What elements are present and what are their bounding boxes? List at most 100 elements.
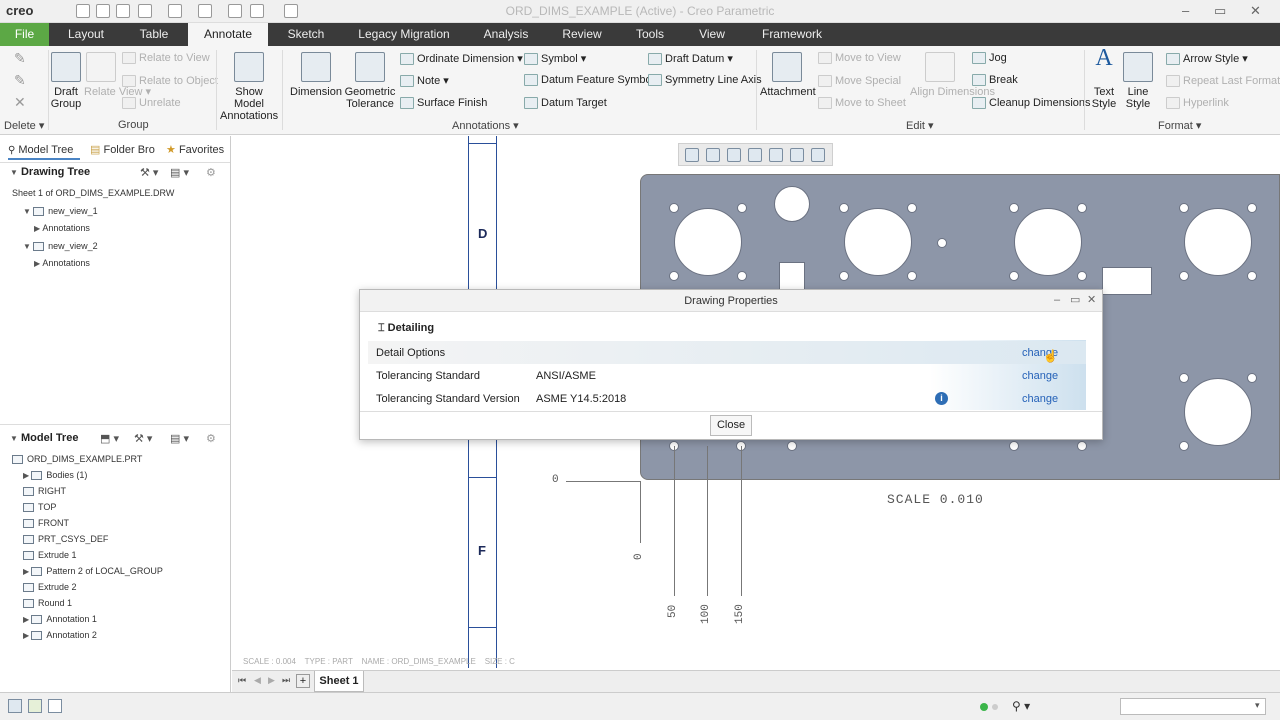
browser-toggle-icon[interactable] (28, 699, 42, 713)
small-hole[interactable] (1179, 441, 1189, 451)
model-tree-display-icon[interactable]: ⬒ ▾ (100, 432, 119, 445)
relate-view-button[interactable]: Relate View ▾ (84, 52, 151, 98)
delete-button[interactable]: Delete ▾ (4, 119, 44, 132)
ordinate-dimension-button[interactable]: Ordinate Dimension ▾ (400, 52, 523, 66)
selection-filter-dropdown[interactable] (1120, 698, 1266, 715)
symbol-button[interactable]: Symbol ▾ (524, 52, 586, 66)
large-hole[interactable] (844, 208, 912, 276)
dim-zero-vertical[interactable]: 0 (633, 553, 645, 560)
tab-review[interactable]: Review (555, 23, 609, 46)
tree-node[interactable]: ▶ Annotations (34, 223, 90, 233)
symmetry-line-axis-button[interactable]: Symmetry Line Axis (648, 74, 762, 87)
relate-to-view-button[interactable]: Relate to View (122, 52, 210, 65)
delete-tool2-icon[interactable]: ✎ (14, 72, 26, 89)
small-hole[interactable] (737, 203, 747, 213)
expand-icon[interactable]: ▶ (23, 615, 31, 624)
delete-x-icon[interactable]: ✕ (14, 94, 26, 111)
small-hole[interactable] (1247, 373, 1257, 383)
expand-icon[interactable]: ▼ (23, 207, 33, 216)
drawing-tree-settings-icon[interactable]: ⚒ ▾ (140, 166, 158, 179)
tree-node[interactable]: ▼ new_view_2 (23, 241, 98, 251)
display-style-icon[interactable] (769, 148, 783, 162)
cleanup-dimensions-button[interactable]: Cleanup Dimensions (972, 97, 1091, 110)
small-hole[interactable] (1009, 203, 1019, 213)
delete-tool-icon[interactable]: ✎ (14, 50, 26, 67)
tree-node[interactable]: TOP (23, 502, 56, 513)
prev-sheet-icon[interactable]: ◀ (254, 675, 261, 686)
small-hole[interactable] (1009, 271, 1019, 281)
dim-100[interactable]: 100 (700, 604, 712, 624)
sheet-tab[interactable]: Sheet 1 (314, 671, 364, 692)
text-style-button[interactable]: A Text Style (1088, 46, 1120, 110)
tree-node[interactable]: PRT_CSYS_DEF (23, 534, 108, 545)
rect-cutout[interactable] (1102, 267, 1152, 295)
arrow-style-button[interactable]: Arrow Style ▾ (1166, 52, 1248, 66)
repeat-last-format-button[interactable]: Repeat Last Format (1166, 75, 1280, 88)
align-dimensions-button[interactable]: Align Dimensions (910, 52, 995, 98)
move-special-button[interactable]: Move Special (818, 75, 901, 88)
close-icon[interactable]: ✕ (1250, 3, 1261, 19)
drawing-tree-show-icon[interactable]: ▤ ▾ (170, 166, 189, 179)
dialog-close-icon[interactable]: ✕ (1087, 293, 1096, 306)
small-hole[interactable] (669, 203, 679, 213)
datum-feature-symbol-button[interactable]: Datum Feature Symbol (524, 74, 654, 87)
small-hole[interactable] (907, 271, 917, 281)
close-button[interactable]: Close (710, 415, 752, 436)
drawing-tree-filter-icon[interactable]: ⚙ (206, 166, 216, 179)
tab-folder-browser[interactable]: ▤ Folder Bro (90, 140, 156, 160)
model-tree-header[interactable]: ▼ Model Tree (10, 432, 78, 444)
annotations-group-label[interactable]: Annotations ▾ (452, 119, 519, 132)
small-hole[interactable] (839, 271, 849, 281)
format-group-label[interactable]: Format ▾ (1158, 119, 1201, 132)
expand-icon[interactable]: ▶ (23, 567, 31, 576)
tab-legacy-migration[interactable]: Legacy Migration (352, 23, 456, 46)
attachment-button[interactable]: Attachment (760, 52, 816, 98)
hyperlink-button[interactable]: Hyperlink (1166, 97, 1229, 110)
tree-node[interactable]: ▶ Annotations (34, 258, 90, 268)
tree-node[interactable]: ▶ Pattern 2 of LOCAL_GROUP (23, 566, 163, 577)
small-hole[interactable] (1179, 203, 1189, 213)
tab-analysis[interactable]: Analysis (474, 23, 538, 46)
tree-node[interactable]: ▶ Annotation 2 (23, 630, 97, 641)
tolerancing-standard-change-link[interactable]: change (1022, 370, 1058, 382)
large-hole[interactable] (1014, 208, 1082, 276)
add-sheet-icon[interactable]: + (296, 674, 310, 688)
jog-button[interactable]: Jog (972, 52, 1007, 65)
zoom-in-icon[interactable] (706, 148, 720, 162)
zoom-out-icon[interactable] (727, 148, 741, 162)
draft-datum-button[interactable]: Draft Datum ▾ (648, 52, 733, 66)
dialog-minimize-icon[interactable]: – (1054, 294, 1060, 306)
small-hole[interactable] (787, 441, 797, 451)
find-icon[interactable]: ⚲ ▾ (1012, 699, 1030, 713)
dim-zero-horizontal[interactable]: 0 (552, 474, 559, 486)
show-model-annotations-button[interactable]: Show Model Annotations (220, 52, 278, 122)
small-hole[interactable] (669, 271, 679, 281)
geometric-tolerance-button[interactable]: Geometric Tolerance (344, 52, 396, 110)
dialog-maximize-icon[interactable]: ▭ (1070, 293, 1080, 306)
tab-framework[interactable]: Framework (756, 23, 828, 46)
fullscreen-icon[interactable] (48, 699, 62, 713)
dim-50[interactable]: 50 (667, 605, 679, 618)
datum-target-button[interactable]: Datum Target (524, 97, 607, 110)
tree-node[interactable]: Round 1 (23, 598, 72, 609)
small-hole[interactable] (1077, 271, 1087, 281)
tab-model-tree[interactable]: ⚲ Model Tree (8, 140, 80, 160)
tab-favorites[interactable]: ★ Favorites (166, 140, 228, 160)
medium-hole[interactable] (774, 186, 810, 222)
model-tree-show-icon[interactable]: ▤ ▾ (170, 432, 189, 445)
small-hole[interactable] (1179, 373, 1189, 383)
regen-status-icon[interactable] (980, 703, 988, 711)
next-sheet-icon[interactable]: ▶ (268, 675, 275, 686)
break-button[interactable]: Break (972, 74, 1018, 87)
small-hole[interactable] (907, 203, 917, 213)
model-tree-filter-icon[interactable]: ⚙ (206, 432, 216, 445)
maximize-icon[interactable]: ▭ (1214, 3, 1226, 19)
expand-icon[interactable]: ▶ (23, 631, 31, 640)
small-hole[interactable] (1179, 271, 1189, 281)
drawing-tree-header[interactable]: ▼ Drawing Tree (10, 166, 90, 178)
tab-table[interactable]: Table (128, 23, 180, 46)
large-hole[interactable] (1184, 208, 1252, 276)
repaint-icon[interactable] (748, 148, 762, 162)
tree-node[interactable]: Extrude 2 (23, 582, 77, 593)
small-hole[interactable] (937, 238, 947, 248)
